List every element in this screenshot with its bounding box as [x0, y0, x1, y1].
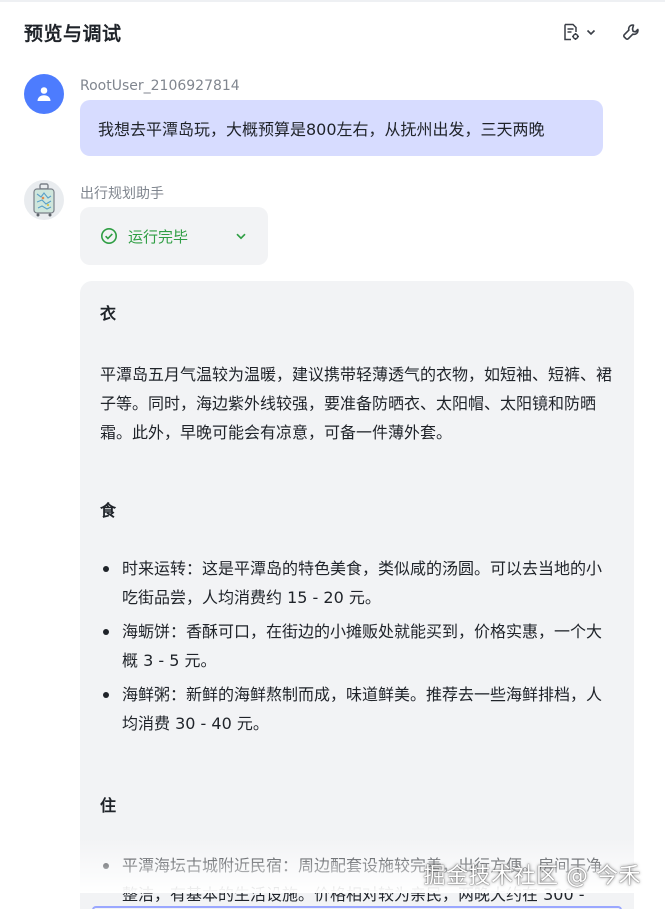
- list-item: 海蛎饼：香酥可口，在街边的小摊贩处就能买到，价格实惠，一个大概 3 - 5 元。: [100, 617, 614, 675]
- run-status-toggle[interactable]: 运行完毕: [80, 207, 268, 265]
- document-settings-icon: [564, 23, 579, 41]
- chevron-down-icon: [586, 29, 596, 36]
- user-message-text: 我想去平潭岛玩，大概预算是800左右，从抚州出发，三天两晚: [98, 120, 545, 139]
- tools-button[interactable]: [621, 22, 641, 42]
- suitcase-icon: [33, 183, 55, 217]
- user-avatar: [24, 74, 64, 114]
- document-settings-dropdown[interactable]: [561, 22, 597, 42]
- section-title-lodging: 住: [100, 796, 117, 815]
- user-name: RootUser_2106927814: [80, 78, 240, 94]
- section-title-food: 食: [100, 501, 117, 520]
- run-status-text: 运行完毕: [128, 227, 189, 246]
- check-circle-icon: [101, 228, 117, 244]
- assistant-name: 出行规划助手: [80, 186, 164, 202]
- user-message-bubble: 我想去平潭岛玩，大概预算是800左右，从抚州出发，三天两晚: [80, 100, 603, 156]
- panel-header: 预览与调试: [0, 2, 665, 62]
- user-icon: [37, 87, 51, 101]
- list-item: 时来运转：这是平潭岛的特色美食，类似咸的汤圆。可以去当地的小吃街品尝，人均消费约…: [100, 554, 614, 612]
- section-title-clothing: 衣: [100, 304, 117, 323]
- wrench-icon: [623, 24, 639, 40]
- food-list: 时来运转：这是平潭岛的特色美食，类似咸的汤圆。可以去当地的小吃街品尝，人均消费约…: [100, 554, 614, 738]
- assistant-answer: 衣 平潭岛五月气温较为温暖，建议携带轻薄透气的衣物，如短袖、短裤、裙子等。同时，…: [80, 281, 634, 909]
- watermark: 掘金技术社区 @ 今禾: [423, 864, 641, 889]
- chevron-down-icon: [236, 233, 246, 240]
- page-title: 预览与调试: [24, 22, 122, 45]
- assistant-avatar: [24, 180, 64, 220]
- list-item: 海鲜粥：新鲜的海鲜熬制而成，味道鲜美。推荐去一些海鲜排档，人均消费 30 - 4…: [100, 680, 614, 738]
- header-actions: [561, 22, 641, 42]
- clothing-paragraph: 平潭岛五月气温较为温暖，建议携带轻薄透气的衣物，如短袖、短裤、裙子等。同时，海边…: [100, 365, 613, 442]
